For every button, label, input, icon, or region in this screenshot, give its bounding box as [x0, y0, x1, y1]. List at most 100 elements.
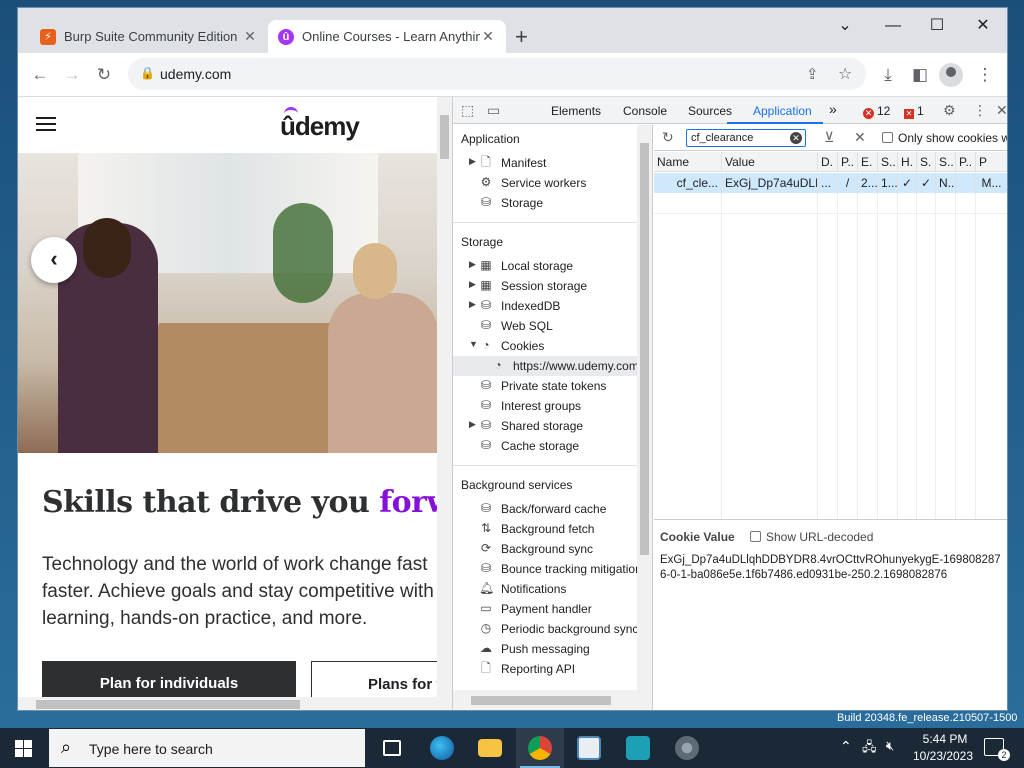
- only-show-issues-checkbox[interactable]: Only show cookies with an issue: [882, 131, 1007, 145]
- table-cell[interactable]: cf_cle...: [654, 173, 722, 193]
- issue-count-badge[interactable]: ✕ 1: [904, 104, 924, 119]
- column-header[interactable]: S.: [917, 152, 936, 172]
- tab-application[interactable]: Application: [753, 104, 812, 118]
- column-header[interactable]: P..: [956, 152, 976, 172]
- download-icon[interactable]: ⤓: [876, 63, 900, 87]
- minimize-button[interactable]: —: [881, 14, 905, 38]
- sidebar-item-indexeddb[interactable]: ▶ ⛁ IndexedDB: [453, 296, 637, 316]
- tab-search-icon[interactable]: ⌄: [833, 14, 857, 38]
- close-devtools-icon[interactable]: ✕: [996, 102, 1007, 119]
- settings-taskbar-icon[interactable]: [663, 728, 711, 768]
- table-cell[interactable]: /: [838, 173, 858, 193]
- sidebar-item-interest-groups[interactable]: ⛁ Interest groups: [453, 396, 637, 416]
- task-view-icon[interactable]: [368, 728, 416, 768]
- table-cell[interactable]: ...: [818, 173, 838, 193]
- delete-selected-icon[interactable]: ✕: [854, 129, 866, 146]
- menu-kebab-icon[interactable]: ⋮: [973, 63, 997, 87]
- sidebar-item-reporting-api[interactable]: 🗋 Reporting API: [453, 659, 637, 679]
- column-header[interactable]: D.: [818, 152, 838, 172]
- device-toolbar-icon[interactable]: ▭: [487, 102, 500, 119]
- column-header[interactable]: H.: [898, 152, 917, 172]
- address-bar[interactable]: 🔒 udemy.com ⇪ ☆: [128, 58, 866, 90]
- table-cell[interactable]: N...: [936, 173, 956, 193]
- sidebar-item-web-sql[interactable]: ⛁ Web SQL: [453, 316, 637, 336]
- edge-icon[interactable]: [418, 728, 466, 768]
- inspect-element-icon[interactable]: ⬚: [461, 102, 474, 119]
- show-hidden-icons-icon[interactable]: ⌃: [840, 738, 852, 755]
- app-window-icon[interactable]: [565, 728, 613, 768]
- cookie-value-text[interactable]: ExGj_Dp7a4uDLlqhDDBYDR8.4vrOCttvROhunyek…: [660, 553, 1005, 583]
- column-header[interactable]: E.: [858, 152, 878, 172]
- page-horizontal-scrollbar[interactable]: [18, 697, 452, 710]
- column-header[interactable]: S..: [936, 152, 956, 172]
- close-tab-icon[interactable]: ✕: [242, 28, 258, 45]
- column-header[interactable]: Name: [654, 152, 722, 172]
- table-cell[interactable]: M...: [976, 173, 1007, 193]
- reload-icon[interactable]: ↻: [92, 63, 116, 87]
- share-icon[interactable]: ⇪: [806, 65, 819, 83]
- sidebar-item-shared-storage[interactable]: ▶ ⛁ Shared storage: [453, 416, 637, 436]
- sidebar-item-bounce-tracking[interactable]: ⛁ Bounce tracking mitigations: [453, 559, 637, 579]
- sidebar-item-cookie-origin[interactable]: ◔ https://www.udemy.com: [453, 356, 637, 376]
- volume-muted-icon[interactable]: 🔇︎: [886, 738, 894, 754]
- tab-elements[interactable]: Elements: [551, 104, 601, 118]
- maximize-button[interactable]: ☐: [925, 14, 949, 38]
- sidebar-item-private-state-tokens[interactable]: ⛁ Private state tokens: [453, 376, 637, 396]
- sidebar-item-notifications[interactable]: 🔔︎ Notifications: [453, 579, 637, 599]
- clock-time[interactable]: 5:44 PM: [918, 732, 972, 746]
- more-tabs-icon[interactable]: »: [829, 101, 837, 117]
- sidebar-item-service-workers[interactable]: ⚙ Service workers: [453, 173, 637, 193]
- udemy-logo[interactable]: ûdemy: [280, 111, 360, 142]
- sidebar-item-manifest[interactable]: ▶ 🗋 Manifest: [453, 153, 637, 173]
- carousel-prev-button[interactable]: ‹: [31, 237, 77, 283]
- sidebar-item-cookies[interactable]: ▼ ◔ Cookies: [453, 336, 637, 356]
- network-icon[interactable]: 🖧: [862, 738, 877, 760]
- table-cell[interactable]: ExGj_Dp7a4uDLIq: [722, 173, 818, 193]
- cookie-filter-input[interactable]: [686, 129, 806, 147]
- sidebar-horizontal-scrollbar[interactable]: [453, 690, 652, 710]
- new-tab-button[interactable]: +: [515, 24, 528, 50]
- forward-icon[interactable]: →: [60, 63, 84, 87]
- table-cell[interactable]: 1...: [878, 173, 898, 193]
- tab-udemy[interactable]: û Online Courses - Learn Anything, ✕: [268, 20, 506, 53]
- side-panel-icon[interactable]: ◧: [908, 63, 932, 87]
- clear-filtered-cookies-icon[interactable]: ⊻: [824, 129, 834, 146]
- sidebar-item-payment-handler[interactable]: ▭ Payment handler: [453, 599, 637, 619]
- clear-filter-icon[interactable]: ✕: [790, 132, 802, 144]
- devtools-menu-icon[interactable]: ⋮: [973, 102, 987, 119]
- profile-avatar[interactable]: [939, 63, 963, 87]
- sidebar-item-push-messaging[interactable]: ☁ Push messaging: [453, 639, 637, 659]
- notification-center-icon[interactable]: 2: [984, 738, 1010, 761]
- table-cell[interactable]: ✓: [898, 173, 917, 193]
- hamburger-menu-icon[interactable]: [36, 117, 56, 131]
- file-explorer-icon[interactable]: [466, 728, 514, 768]
- taskbar-search-box[interactable]: ⌕ Type here to search: [48, 728, 366, 768]
- tab-console[interactable]: Console: [623, 104, 667, 118]
- sidebar-item-storage[interactable]: ⛁ Storage: [453, 193, 637, 213]
- close-window-button[interactable]: ✕: [971, 14, 995, 38]
- chrome-icon[interactable]: [516, 728, 564, 768]
- sidebar-item-bfcache[interactable]: ⛁ Back/forward cache: [453, 499, 637, 519]
- page-vertical-scrollbar[interactable]: [437, 97, 452, 697]
- refresh-icon[interactable]: ↻: [662, 129, 674, 146]
- clock-date[interactable]: 10/23/2023: [908, 749, 978, 763]
- error-count-badge[interactable]: ✕ 12: [863, 104, 890, 119]
- burp-suite-taskbar-icon[interactable]: [614, 728, 662, 768]
- sidebar-item-background-fetch[interactable]: ⇅ Background fetch: [453, 519, 637, 539]
- table-cell[interactable]: 2...: [858, 173, 878, 193]
- column-header[interactable]: S..: [878, 152, 898, 172]
- back-icon[interactable]: ←: [28, 63, 52, 87]
- column-header[interactable]: Value: [722, 152, 818, 172]
- show-url-decoded-checkbox[interactable]: Show URL-decoded: [750, 530, 873, 544]
- close-tab-icon[interactable]: ✕: [480, 28, 496, 45]
- table-cell[interactable]: [956, 173, 976, 193]
- sidebar-item-background-sync[interactable]: ⟳ Background sync: [453, 539, 637, 559]
- tab-burp-suite[interactable]: ⚡ Burp Suite Community Edition ✕: [30, 20, 268, 53]
- column-header[interactable]: P: [976, 152, 1007, 172]
- sidebar-item-session-storage[interactable]: ▶ ▦ Session storage: [453, 276, 637, 296]
- start-button[interactable]: [0, 728, 48, 768]
- column-header[interactable]: P..: [838, 152, 858, 172]
- table-cell[interactable]: ✓: [917, 173, 936, 193]
- settings-gear-icon[interactable]: ⚙: [943, 102, 956, 119]
- sidebar-item-periodic-sync[interactable]: ◷ Periodic background sync: [453, 619, 637, 639]
